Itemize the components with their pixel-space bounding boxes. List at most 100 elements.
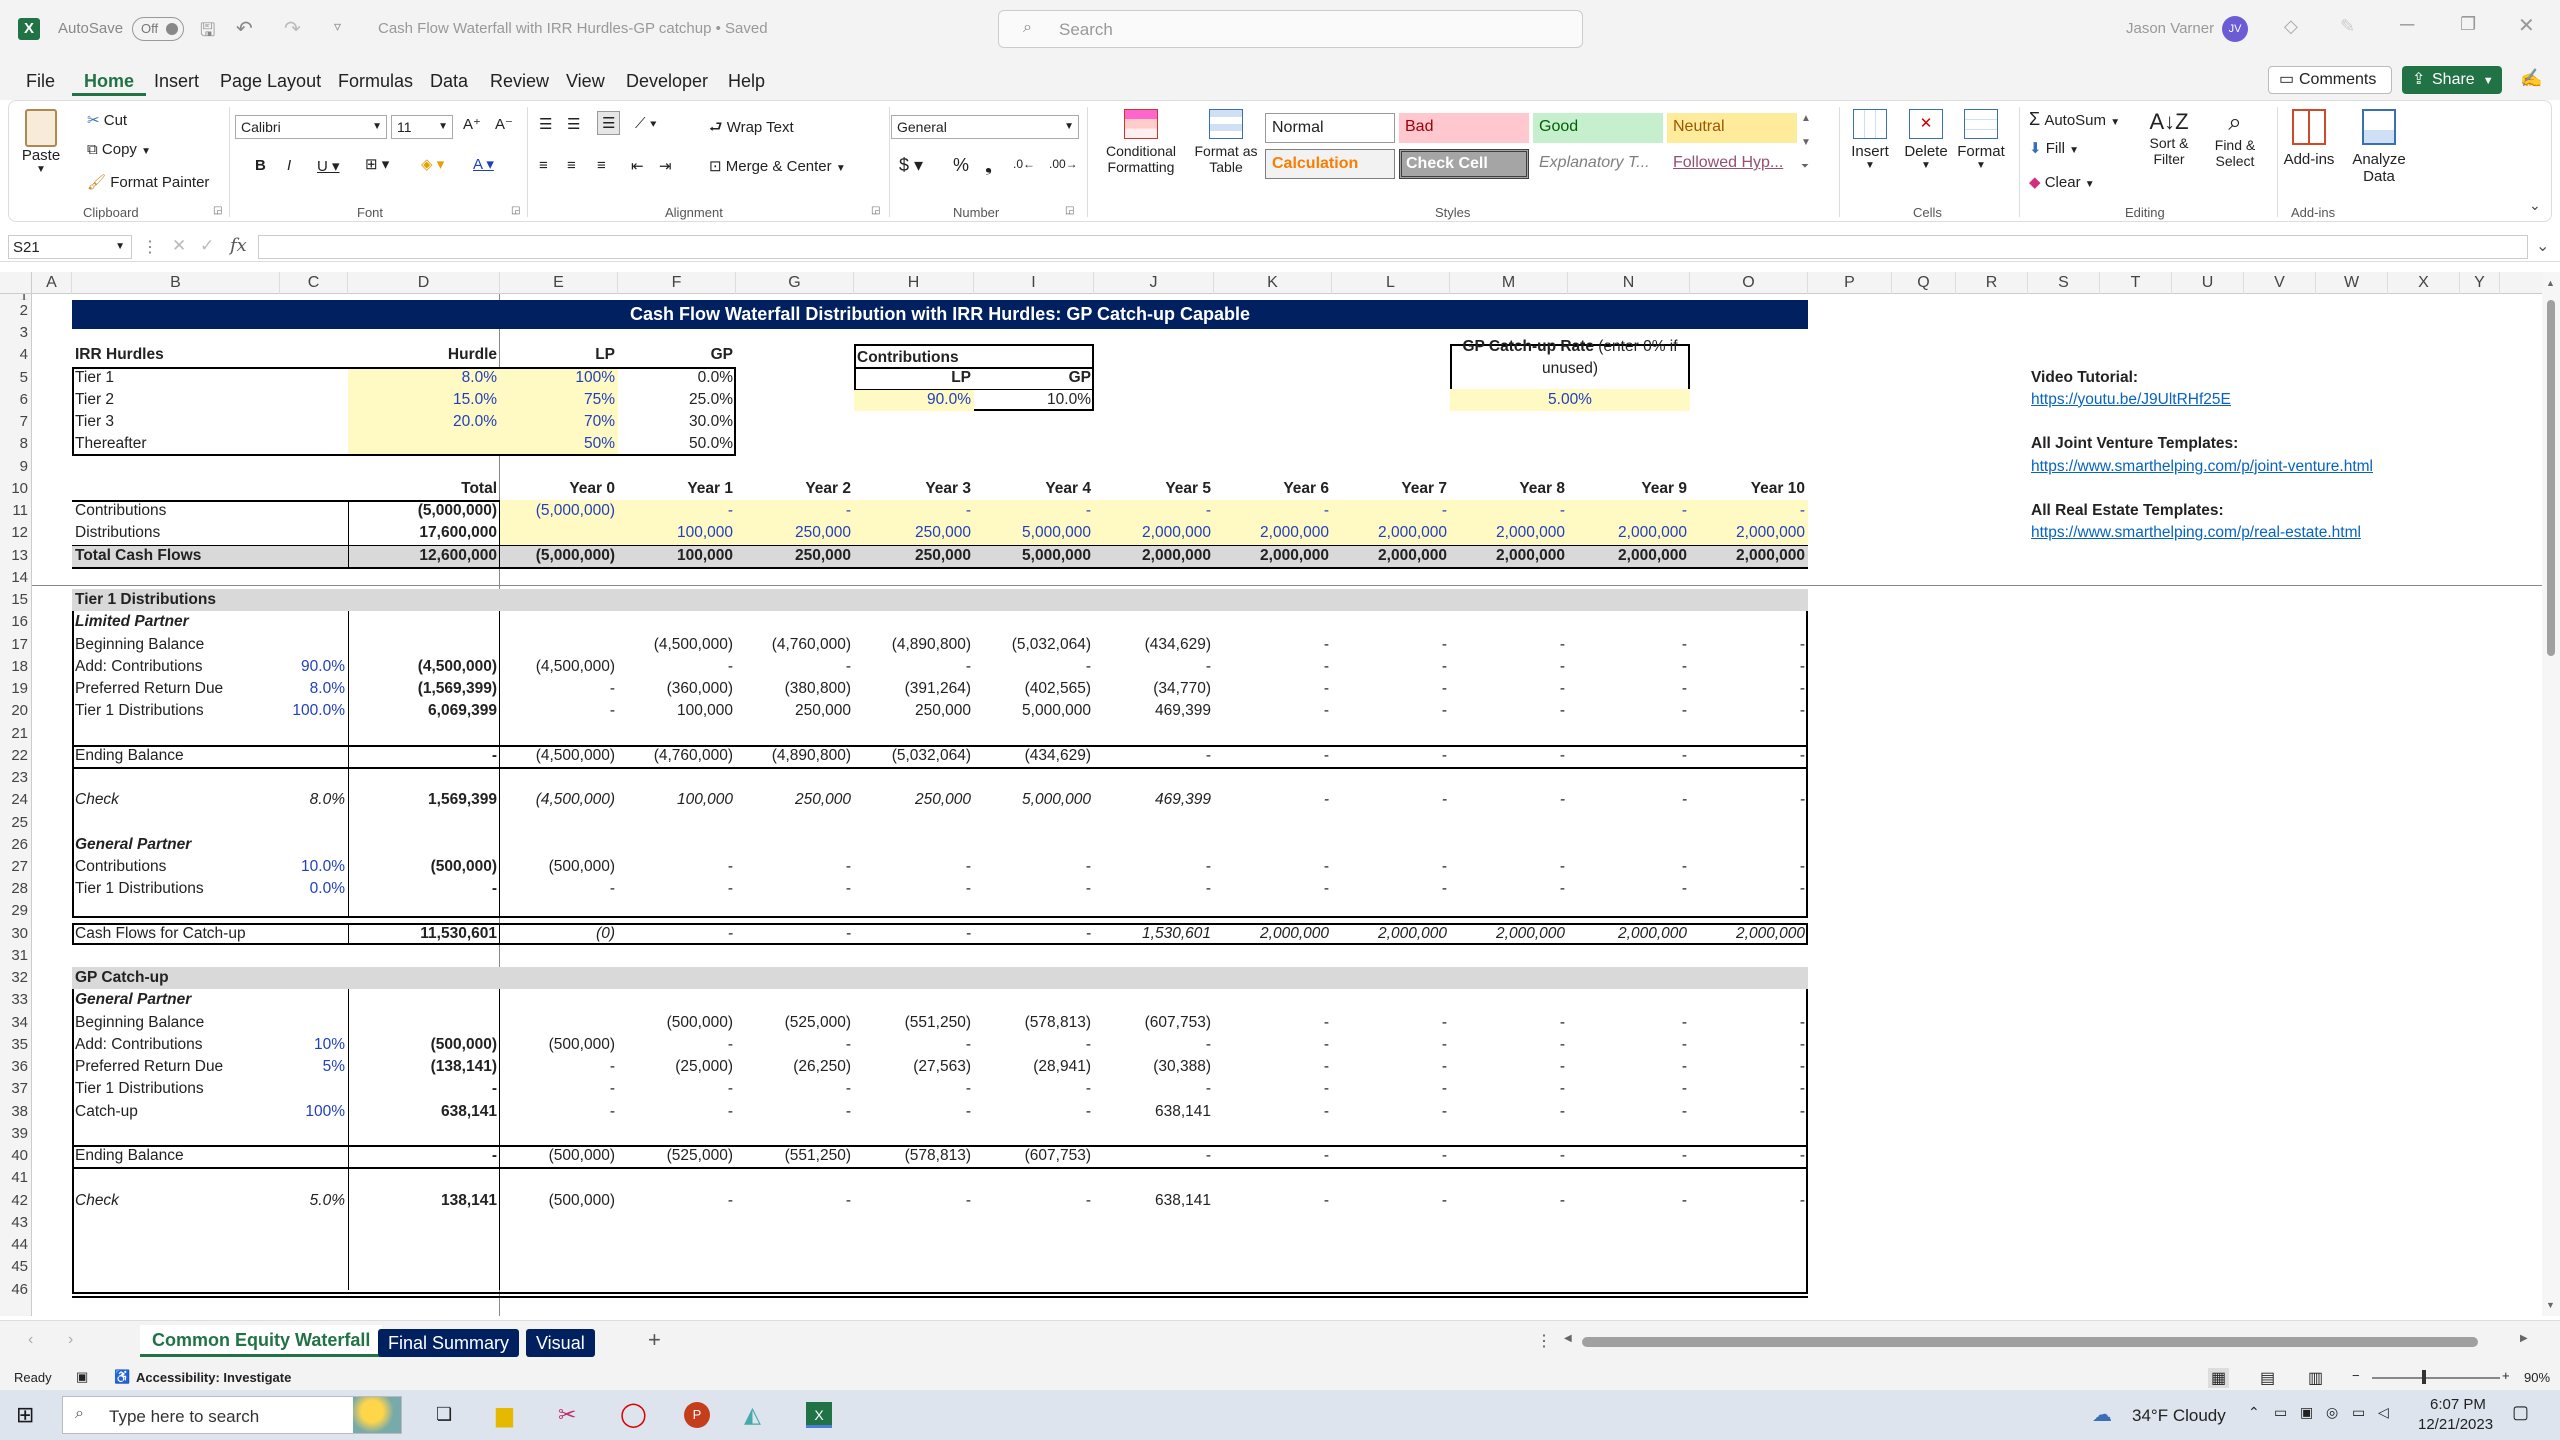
- gpcatch-value[interactable]: -: [1214, 1190, 1332, 1212]
- tier1-value[interactable]: -: [1094, 745, 1214, 767]
- tab-review[interactable]: Review: [478, 66, 561, 96]
- normal-view-icon[interactable]: ▦: [2208, 1368, 2230, 1388]
- cancel-icon[interactable]: ✕: [172, 236, 186, 256]
- video-link[interactable]: https://youtu.be/J9UltRHf25E: [2028, 389, 2388, 411]
- tray-onedrive-icon[interactable]: ▣: [2300, 1404, 2313, 1421]
- row-header[interactable]: 39: [0, 1123, 28, 1145]
- tier1-value[interactable]: -: [1332, 634, 1450, 656]
- tier1-row-pct[interactable]: 90.0%: [280, 656, 348, 678]
- clock-date[interactable]: 12/21/2023: [2418, 1416, 2493, 1433]
- tier1-value[interactable]: (1,569,399): [348, 678, 500, 700]
- sort-filter-button[interactable]: A↓Z Sort & Filter: [2139, 109, 2199, 167]
- row-header[interactable]: 27: [0, 856, 28, 878]
- tab-insert[interactable]: Insert: [142, 66, 211, 96]
- column-header[interactable]: A: [32, 272, 72, 294]
- zoom-in-icon[interactable]: +: [2502, 1368, 2510, 1383]
- pen-icon[interactable]: ✎: [2340, 16, 2355, 37]
- tier1-value[interactable]: -: [1568, 656, 1690, 678]
- accessibility-icon[interactable]: ♿: [114, 1369, 130, 1385]
- tab-view[interactable]: View: [554, 66, 617, 96]
- diamond-icon[interactable]: ◇: [2284, 16, 2298, 37]
- font-name-dropdown[interactable]: Calibri ▼: [235, 115, 387, 139]
- monitor-icon[interactable]: ▭: [2352, 1404, 2365, 1421]
- grow-font-icon[interactable]: A⁺: [463, 115, 481, 133]
- row-header[interactable]: 10: [0, 478, 28, 500]
- row-header[interactable]: 2: [0, 300, 28, 322]
- tier1-value[interactable]: (360,000): [618, 678, 736, 700]
- gpcatch-value[interactable]: -: [854, 1190, 974, 1212]
- tray-app-icon[interactable]: ▭: [2274, 1404, 2287, 1421]
- next-sheet-icon[interactable]: ›: [68, 1331, 73, 1349]
- cf-value[interactable]: 2,000,000: [1450, 545, 1568, 567]
- row-header[interactable]: 20: [0, 700, 28, 722]
- gpcatch-value[interactable]: -: [348, 1145, 500, 1167]
- tier1-value[interactable]: (4,500,000): [500, 745, 618, 767]
- close-icon[interactable]: ✕: [2518, 13, 2535, 38]
- column-header[interactable]: X: [2388, 272, 2460, 294]
- windows-start-icon[interactable]: ⊞: [16, 1402, 34, 1428]
- gpcatch-value[interactable]: 638,141: [348, 1101, 500, 1123]
- select-all-corner[interactable]: [0, 272, 32, 294]
- hurdle-tier-label[interactable]: Thereafter: [72, 433, 348, 455]
- gpcatch-value[interactable]: -: [854, 1101, 974, 1123]
- contrib-gp-value[interactable]: 10.0%: [974, 389, 1094, 411]
- tier1-value[interactable]: (34,770): [1094, 678, 1214, 700]
- tier1-value[interactable]: -: [1094, 656, 1214, 678]
- row-header[interactable]: 13: [0, 545, 28, 567]
- scroll-up-icon[interactable]: ▲: [2546, 278, 2555, 288]
- tab-data[interactable]: Data: [418, 66, 480, 96]
- tier1-value[interactable]: -: [1094, 856, 1214, 878]
- catchup-cf-value[interactable]: 11,530,601: [348, 923, 500, 945]
- dialog-launcher-icon[interactable]: ◲: [213, 205, 222, 216]
- column-header[interactable]: D: [348, 272, 500, 294]
- gpcatch-value[interactable]: (578,813): [854, 1145, 974, 1167]
- increase-decimal-icon[interactable]: .0←: [1013, 157, 1035, 171]
- row-header[interactable]: 24: [0, 789, 28, 811]
- autosave-toggle[interactable]: Off: [132, 17, 184, 41]
- tier1-row-label[interactable]: Tier 1 Distributions: [72, 700, 280, 722]
- gpcatch-value[interactable]: 638,141: [1094, 1190, 1214, 1212]
- gpcatch-value[interactable]: -: [500, 1056, 618, 1078]
- tier1-value[interactable]: -: [500, 678, 618, 700]
- more-icon[interactable]: ⋮: [142, 237, 158, 257]
- row-header[interactable]: 35: [0, 1034, 28, 1056]
- addins-button[interactable]: Add-ins: [2281, 109, 2337, 168]
- re-link[interactable]: https://www.smarthelping.com/p/real-esta…: [2028, 522, 2500, 544]
- gpcatch-value[interactable]: -: [1690, 1101, 1808, 1123]
- column-header[interactable]: U: [2172, 272, 2244, 294]
- excel-taskbar-icon[interactable]: X: [806, 1402, 832, 1428]
- catchup-cf-value[interactable]: 2,000,000: [1450, 923, 1568, 945]
- tier1-value[interactable]: -: [1450, 789, 1568, 811]
- row-header[interactable]: 42: [0, 1190, 28, 1212]
- tier1-value[interactable]: -: [1450, 856, 1568, 878]
- column-header[interactable]: T: [2100, 272, 2172, 294]
- tier1-value[interactable]: -: [1214, 745, 1332, 767]
- tier1-row-label[interactable]: Ending Balance: [72, 745, 280, 767]
- gpcatch-value[interactable]: -: [1568, 1190, 1690, 1212]
- cf-value[interactable]: [500, 522, 618, 544]
- tab-developer[interactable]: Developer: [614, 66, 720, 96]
- cf-value[interactable]: 2,000,000: [1332, 522, 1450, 544]
- gpcatch-value[interactable]: -: [974, 1190, 1094, 1212]
- decrease-indent-icon[interactable]: ⇤: [631, 157, 644, 175]
- tier1-value[interactable]: -: [1568, 678, 1690, 700]
- fill-button[interactable]: ⬇ Fill ▼: [2029, 139, 2079, 157]
- tier1-row-label[interactable]: Beginning Balance: [72, 634, 280, 656]
- gpcatch-value[interactable]: 638,141: [1094, 1101, 1214, 1123]
- tier1-value[interactable]: -: [1568, 856, 1690, 878]
- gpcatch-value[interactable]: -: [974, 1101, 1094, 1123]
- cf-value[interactable]: (5,000,000): [348, 500, 500, 522]
- tier1-value[interactable]: 250,000: [854, 789, 974, 811]
- row-header[interactable]: 43: [0, 1212, 28, 1234]
- tier1-row-label[interactable]: Add: Contributions: [72, 656, 280, 678]
- hurdle-gp-split[interactable]: 50.0%: [618, 433, 736, 455]
- taskbar-search[interactable]: ⌕ Type here to search: [62, 1396, 402, 1434]
- tier1-gp-heading[interactable]: General Partner: [72, 834, 348, 856]
- align-right-icon[interactable]: ≡: [597, 157, 606, 174]
- tier1-value[interactable]: (4,890,800): [854, 634, 974, 656]
- gpcatch-value[interactable]: -: [1450, 1056, 1568, 1078]
- column-header[interactable]: C: [280, 272, 348, 294]
- cf-value[interactable]: -: [736, 500, 854, 522]
- column-header[interactable]: R: [1956, 272, 2028, 294]
- tier1-value[interactable]: (434,629): [974, 745, 1094, 767]
